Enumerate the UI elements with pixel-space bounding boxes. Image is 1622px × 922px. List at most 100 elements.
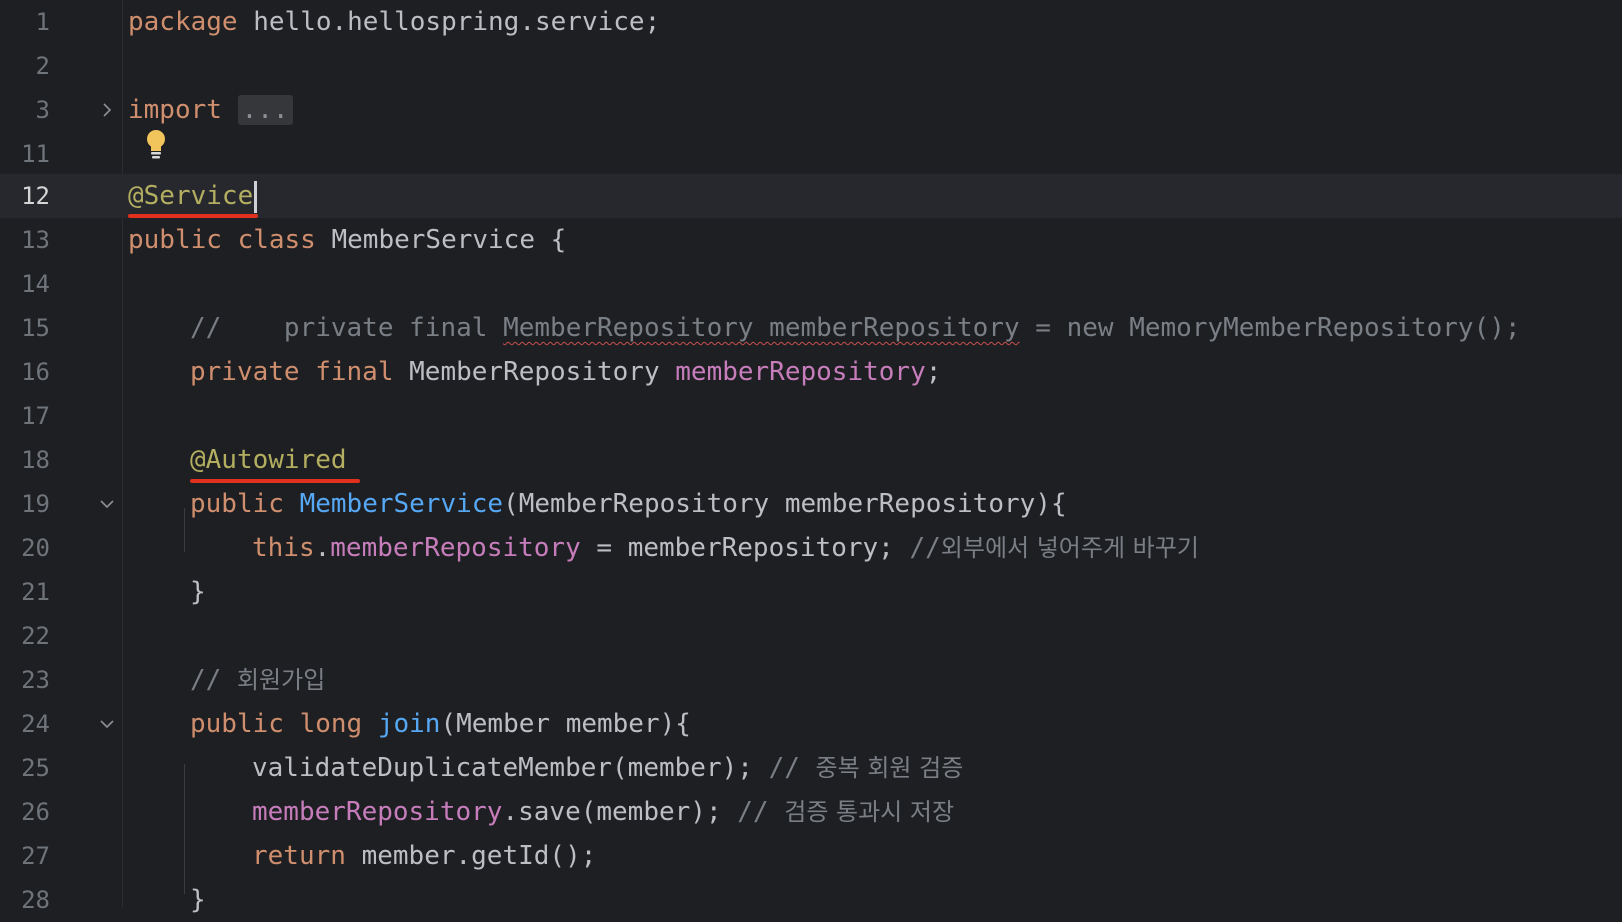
punctuation: . <box>314 533 331 563</box>
folded-imports[interactable]: ... <box>237 95 293 125</box>
lightbulb-icon[interactable] <box>144 128 168 162</box>
line-number: 28 <box>21 886 50 914</box>
highlight-underline <box>190 479 360 483</box>
comment-text: 검증 통과시 저장 <box>784 798 955 826</box>
comment-part: // private final <box>190 313 504 343</box>
line-number: 13 <box>21 226 50 254</box>
code-text: @Service <box>128 174 258 218</box>
line-number: 21 <box>21 578 50 606</box>
field-name: memberRepository <box>330 533 581 563</box>
keyword: public long <box>190 709 363 739</box>
comment-text: 중복 회원 검증 <box>815 754 964 782</box>
code-line[interactable]: 11 <box>0 132 1622 176</box>
code-line[interactable]: 2 <box>0 44 1622 88</box>
keyword: package <box>128 7 238 37</box>
line-number: 15 <box>21 314 50 342</box>
type-name: MemberRepository <box>393 357 676 387</box>
chevron-right-icon[interactable] <box>98 101 116 119</box>
code-text: public class MemberService { <box>128 218 566 262</box>
line-number: 27 <box>21 842 50 870</box>
code-text: @Autowired <box>190 438 347 482</box>
text-cursor <box>254 180 258 213</box>
annotation: @Service <box>128 181 254 211</box>
method-name: join <box>377 709 441 739</box>
code-text: return member.getId(); <box>252 834 596 878</box>
code-text: memberRepository.save(member); // 검증 통과시… <box>252 790 954 834</box>
keyword: public class <box>128 225 316 255</box>
code-line[interactable]: 3 import ... <box>0 88 1622 132</box>
line-number: 24 <box>21 710 50 738</box>
code-editor[interactable]: 1 package hello.hellospring.service; 2 3… <box>0 0 1622 915</box>
code-line[interactable]: 15 // private final MemberRepository mem… <box>0 306 1622 350</box>
comment-prefix: // <box>768 753 816 783</box>
line-number: 20 <box>21 534 50 562</box>
comment: // 중복 회원 검증 <box>769 753 964 783</box>
code-line[interactable]: 22 <box>0 614 1622 658</box>
chevron-down-icon[interactable] <box>98 495 116 513</box>
line-number: 2 <box>35 52 50 80</box>
code-text: validateDuplicateMember(member); // 중복 회… <box>252 746 963 790</box>
comment-text: 회원가입 <box>236 666 326 694</box>
keyword: public <box>190 489 284 519</box>
code-text: } <box>190 577 206 607</box>
line-number: 22 <box>21 622 50 650</box>
line-number: 16 <box>21 358 50 386</box>
keyword: return <box>252 841 346 871</box>
comment: //외부에서 넣어주게 바꾸기 <box>909 533 1198 563</box>
punctuation: ; <box>925 357 942 387</box>
code-text: private final MemberRepository memberRep… <box>190 350 941 394</box>
warning-squiggle[interactable]: MemberRepository memberRepository <box>503 313 1020 343</box>
code-line[interactable]: 1 package hello.hellospring.service; <box>0 0 1622 44</box>
field-name: memberRepository <box>675 357 926 387</box>
code-text: package hello.hellospring.service; <box>128 0 660 44</box>
highlight-underline <box>128 214 258 218</box>
package-name: hello.hellospring.service; <box>237 7 661 37</box>
code-line[interactable]: 16 private final MemberRepository member… <box>0 350 1622 394</box>
code-line[interactable]: 13 public class MemberService { <box>0 218 1622 262</box>
comment-prefix: // <box>737 797 785 827</box>
code-line[interactable]: 19 public MemberService(MemberRepository… <box>0 482 1622 526</box>
code-line[interactable]: 17 <box>0 394 1622 438</box>
line-number: 23 <box>21 666 50 694</box>
code-line-current[interactable]: 12 @Service <box>0 174 1622 218</box>
comment-part: = new MemoryMemberRepository(); <box>1019 313 1521 343</box>
line-number: 17 <box>21 402 50 430</box>
comment: // 검증 통과시 저장 <box>737 797 954 827</box>
keyword: this <box>252 533 315 563</box>
line-number: 1 <box>35 8 50 36</box>
keyword: private final <box>190 357 394 387</box>
code-text: } <box>190 885 206 915</box>
code-line[interactable]: 14 <box>0 262 1622 306</box>
code-line[interactable]: 20 this.memberRepository = memberReposit… <box>0 526 1622 570</box>
code-line[interactable]: 27 return member.getId(); <box>0 834 1622 878</box>
line-number: 14 <box>21 270 50 298</box>
field-name: memberRepository <box>252 797 503 827</box>
code-line[interactable]: 25 validateDuplicateMember(member); // 중… <box>0 746 1622 790</box>
line-number: 18 <box>21 446 50 474</box>
assignment: = memberRepository; <box>580 533 910 563</box>
code-line[interactable]: 24 public long join(Member member){ <box>0 702 1622 746</box>
code-text: public MemberService(MemberRepository me… <box>190 482 1067 526</box>
annotation: @Autowired <box>190 445 347 475</box>
line-number: 19 <box>21 490 50 518</box>
code-text: public long join(Member member){ <box>190 702 691 746</box>
line-number: 3 <box>35 96 50 124</box>
code-line[interactable]: 21 } <box>0 570 1622 614</box>
code-area[interactable]: 1 package hello.hellospring.service; 2 3… <box>0 0 1622 915</box>
code-line[interactable]: 28 } <box>0 878 1622 922</box>
parameters: (Member member){ <box>440 709 691 739</box>
line-number: 12 <box>21 182 50 210</box>
code-line[interactable]: 26 memberRepository.save(member); // 검증 … <box>0 790 1622 834</box>
code-line[interactable]: 18 @Autowired <box>0 438 1622 482</box>
comment: // 회원가입 <box>190 658 325 702</box>
code-text: this.memberRepository = memberRepository… <box>252 526 1199 570</box>
parameters: (MemberRepository memberRepository){ <box>503 489 1067 519</box>
comment-prefix: // <box>909 533 941 563</box>
keyword: import <box>128 95 222 125</box>
code-line[interactable]: 23 // 회원가입 <box>0 658 1622 702</box>
method-name: MemberService <box>299 489 504 519</box>
line-number: 25 <box>21 754 50 782</box>
chevron-down-icon[interactable] <box>98 715 116 733</box>
line-number: 11 <box>21 140 50 168</box>
comment-text: 외부에서 넣어주게 바꾸기 <box>940 534 1199 562</box>
